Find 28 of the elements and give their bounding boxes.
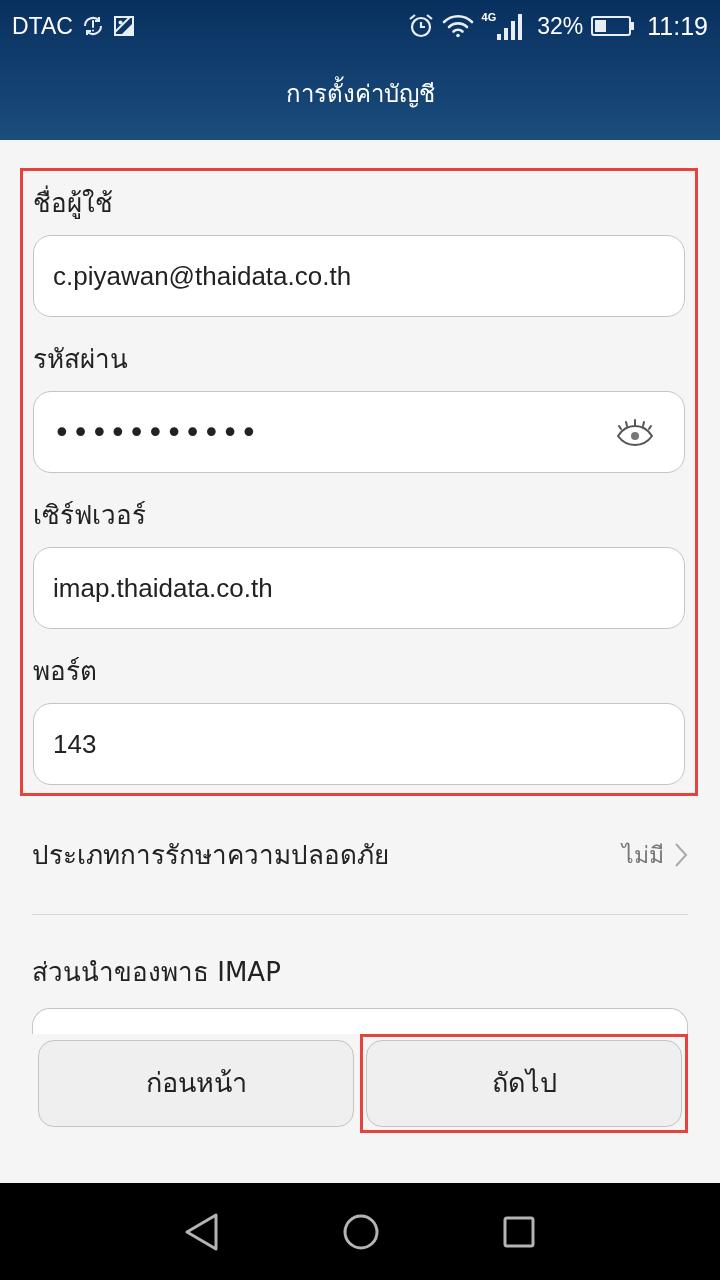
field-label: เซิร์ฟเวอร์	[33, 498, 146, 532]
field-label: พอร์ต	[33, 654, 97, 688]
network-type: 4G	[481, 12, 497, 23]
carrier-name: DTAC	[12, 14, 73, 38]
field-label: ส่วนนำของพาธ IMAP	[32, 956, 281, 990]
setting-value[interactable]: ไม่มี	[622, 837, 664, 873]
image-icon	[112, 15, 135, 37]
home-icon[interactable]	[343, 1213, 379, 1250]
nav-button[interactable]: ถัดไป	[366, 1040, 682, 1127]
back-icon[interactable]	[185, 1212, 219, 1251]
wifi-icon	[441, 14, 474, 38]
password-field[interactable]: •••••••••••	[33, 391, 685, 473]
signal-icon	[497, 12, 524, 40]
input-field[interactable]: imap.thaidata.co.th	[33, 547, 685, 629]
input-field[interactable]	[32, 1008, 688, 1034]
input-field[interactable]: 143	[33, 703, 685, 785]
battery-icon	[591, 16, 636, 36]
page-title: การตั้งค่าบัญชี	[285, 76, 435, 112]
battery-percent: 32%	[537, 14, 584, 38]
alarm-icon	[407, 13, 434, 39]
field-label: ชื่อผู้ใช้	[33, 184, 113, 221]
eye-icon[interactable]	[616, 417, 654, 447]
nav-button[interactable]: ก่อนหน้า	[38, 1040, 354, 1127]
clock-time: 11:19	[647, 13, 708, 39]
setting-label[interactable]: ประเภทการรักษาความปลอดภัย	[32, 835, 389, 875]
field-label: รหัสผ่าน	[33, 342, 128, 376]
recents-icon[interactable]	[503, 1215, 535, 1248]
input-field[interactable]: c.piyawan@thaidata.co.th	[33, 235, 685, 317]
